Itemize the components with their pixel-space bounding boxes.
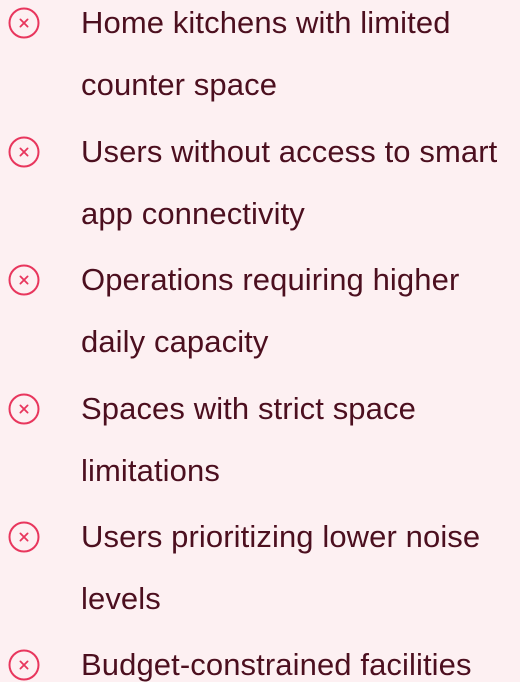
- list-item-label: Spaces with strict space limitations: [81, 391, 416, 488]
- close-circle-icon: [8, 264, 40, 296]
- list-item-label: Users without access to smart app connec…: [81, 134, 498, 231]
- close-circle-icon: [8, 649, 40, 681]
- not-recommended-list: Home kitchens with limited counter space…: [0, 0, 520, 682]
- close-circle-icon: [8, 521, 40, 553]
- list-item-label: Budget-constrained facilities: [81, 647, 472, 682]
- close-circle-icon: [8, 7, 40, 39]
- close-circle-icon: [8, 136, 40, 168]
- list-item-label: Operations requiring higher daily capaci…: [81, 262, 460, 359]
- close-circle-icon: [8, 393, 40, 425]
- list-item-label: Users prioritizing lower noise levels: [81, 519, 481, 616]
- list-item-label: Home kitchens with limited counter space: [81, 5, 451, 102]
